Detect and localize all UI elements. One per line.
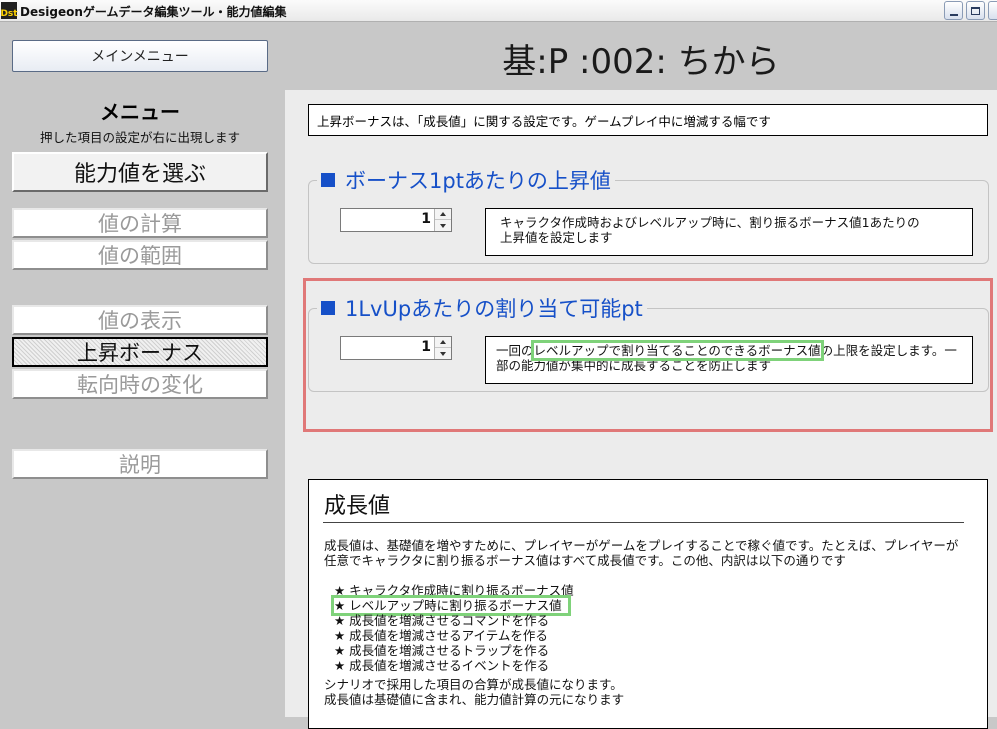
maximize-icon <box>971 6 980 15</box>
bonus-per-pt-value[interactable]: 1 <box>421 211 431 227</box>
value-range-label: 値の範囲 <box>98 244 182 268</box>
page-title: 基:P :002: ちから <box>502 42 780 82</box>
bonus-per-pt-spinner[interactable]: 1 <box>340 208 452 232</box>
bonus-per-pt-legend: ボーナス1ptあたりの上昇値 <box>317 165 615 195</box>
select-ability-label: 能力値を選ぶ <box>73 162 206 187</box>
list-item: ★ 成長値を増減させるコマンドを作る <box>334 613 550 628</box>
highlight-frame <box>303 278 993 432</box>
value-calc-button[interactable]: 値の計算 <box>12 208 268 238</box>
spinner-arrows <box>434 209 451 231</box>
title-bar: Dst Desigeonゲームデータ編集ツール・能力値編集 <box>0 0 997 22</box>
bonus-per-pt-desc-line2: 上昇値を設定します <box>500 230 613 245</box>
list-item: ★ 成長値を増減させるトラップを作る <box>334 643 550 658</box>
bonus-per-pt-group: ボーナス1ptあたりの上昇値 1 キャラクタ作成時およびレベルアップ時に、割り振… <box>308 165 989 264</box>
intro-text: 上昇ボーナスは、「成長値」に関する設定です。ゲームプレイ中に増減する幅です <box>308 104 988 136</box>
rise-bonus-button[interactable]: 上昇ボーナス <box>12 337 268 367</box>
menu-subheading: 押した項目の設定が右に出現します <box>39 130 240 145</box>
menu-heading: メニュー <box>100 100 180 124</box>
list-item: ★ レベルアップ時に割り振るボーナス値 <box>331 595 574 616</box>
value-range-button[interactable]: 値の範囲 <box>12 240 268 270</box>
window-title: Desigeonゲームデータ編集ツール・能力値編集 <box>20 5 287 19</box>
select-ability-button[interactable]: 能力値を選ぶ <box>12 152 268 192</box>
help-button[interactable]: 説明 <box>12 449 268 479</box>
growth-bullet-list: ★ キャラクタ作成時に割り振るボーナス値 ★ レベルアップ時に割り振るボーナス値… <box>331 583 574 673</box>
growth-title: 成長値 <box>324 494 391 519</box>
minimize-button[interactable] <box>944 1 963 20</box>
minimize-icon <box>949 13 958 16</box>
square-icon <box>321 173 335 187</box>
maximize-button[interactable] <box>966 1 985 20</box>
value-display-label: 値の表示 <box>98 309 182 333</box>
arrow-up-icon <box>440 212 446 216</box>
growth-footer-line1: シナリオで採用した項目の合算が成長値になります。 <box>324 677 623 692</box>
growth-footer-line2: 成長値は基礎値に含まれ、能力値計算の元になります <box>324 692 625 707</box>
bonus-per-pt-legend-text: ボーナス1ptあたりの上昇値 <box>345 169 611 193</box>
turn-change-button[interactable]: 転向時の変化 <box>12 369 268 399</box>
growth-footer: シナリオで採用した項目の合算が成長値になります。 成長値は基礎値に含まれ、能力値… <box>324 677 624 707</box>
growth-divider <box>323 522 964 523</box>
app-icon: Dst <box>0 2 18 19</box>
bonus-per-pt-desc-line1: キャラクタ作成時およびレベルアップ時に、割り振るボーナス値1あたりの <box>500 215 920 230</box>
list-item-highlight: ★ レベルアップ時に割り振るボーナス値 <box>331 595 571 616</box>
list-item: ★ 成長値を増減させるイベントを作る <box>334 658 550 673</box>
value-calc-label: 値の計算 <box>98 212 182 236</box>
growth-panel: 成長値 成長値は、基礎値を増やすために、プレイヤーがゲームをプレイすることで稼ぐ… <box>308 479 988 729</box>
bonus-per-pt-description: キャラクタ作成時およびレベルアップ時に、割り振るボーナス値1あたりの 上昇値を設… <box>485 208 973 256</box>
help-label: 説明 <box>119 453 161 477</box>
main-menu-button[interactable]: メインメニュー <box>12 40 268 72</box>
list-item: ★ キャラクタ作成時に割り振るボーナス値 <box>334 583 574 598</box>
value-display-button[interactable]: 値の表示 <box>12 305 268 335</box>
turn-change-label: 転向時の変化 <box>77 373 203 397</box>
close-button[interactable] <box>988 1 997 20</box>
list-item: ★ 成長値を増減させるアイテムを作る <box>334 628 548 643</box>
rise-bonus-label: 上昇ボーナス <box>77 341 203 365</box>
arrow-down-icon <box>440 223 446 228</box>
spin-down-button[interactable] <box>435 220 451 231</box>
spin-up-button[interactable] <box>435 209 451 220</box>
growth-body: 成長値は、基礎値を増やすために、プレイヤーがゲームをプレイすることで稼ぐ値です。… <box>324 538 959 568</box>
